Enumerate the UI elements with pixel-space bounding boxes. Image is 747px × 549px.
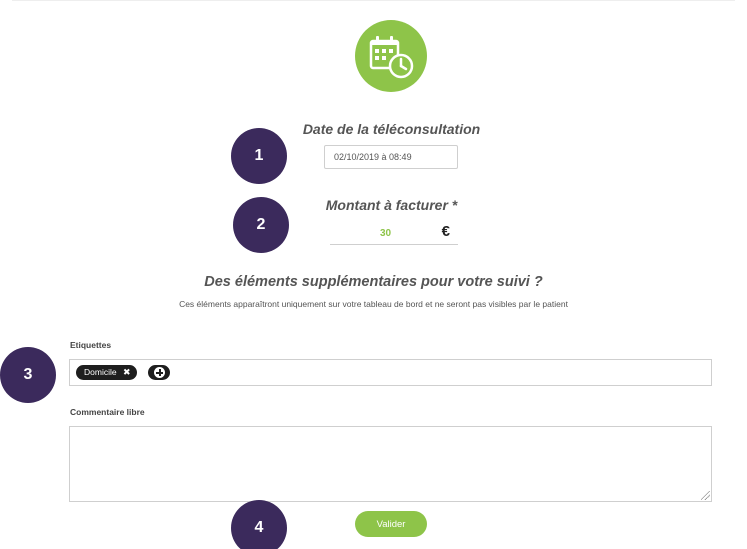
plus-icon bbox=[154, 367, 165, 378]
callout-badge-1: 1 bbox=[231, 128, 287, 184]
extra-section-title: Des éléments supplémentaires pour votre … bbox=[204, 274, 543, 290]
date-section-title: Date de la téléconsultation bbox=[302, 121, 481, 137]
amount-value: 30 bbox=[380, 228, 392, 239]
tags-label: Etiquettes bbox=[70, 340, 112, 350]
tag-chip: Domicile ✖ bbox=[76, 365, 137, 380]
comment-textarea[interactable] bbox=[69, 426, 712, 502]
tag-label: Domicile bbox=[84, 367, 117, 377]
comment-label: Commentaire libre bbox=[70, 407, 145, 417]
callout-badge-3: 3 bbox=[0, 347, 56, 403]
amount-section-title: Montant à facturer * bbox=[325, 197, 458, 213]
top-divider bbox=[12, 0, 735, 1]
close-icon[interactable]: ✖ bbox=[123, 365, 131, 380]
currency-symbol: € bbox=[441, 223, 450, 240]
submit-button[interactable]: Valider bbox=[355, 511, 427, 537]
teleconsultation-form-page: Date de la téléconsultation 02/10/2019 à… bbox=[0, 0, 747, 549]
callout-badge-4: 4 bbox=[231, 500, 287, 549]
add-tag-button[interactable] bbox=[148, 365, 170, 380]
date-input[interactable]: 02/10/2019 à 08:49 bbox=[324, 145, 458, 169]
resize-handle-icon[interactable] bbox=[701, 491, 710, 500]
extra-section-subtitle: Ces éléments apparaîtront uniquement sur… bbox=[179, 299, 568, 309]
calendar-clock-icon bbox=[355, 20, 427, 92]
callout-badge-2: 2 bbox=[233, 197, 289, 253]
amount-input[interactable]: 30 € bbox=[330, 222, 458, 245]
tags-input[interactable]: Domicile ✖ bbox=[69, 359, 712, 386]
